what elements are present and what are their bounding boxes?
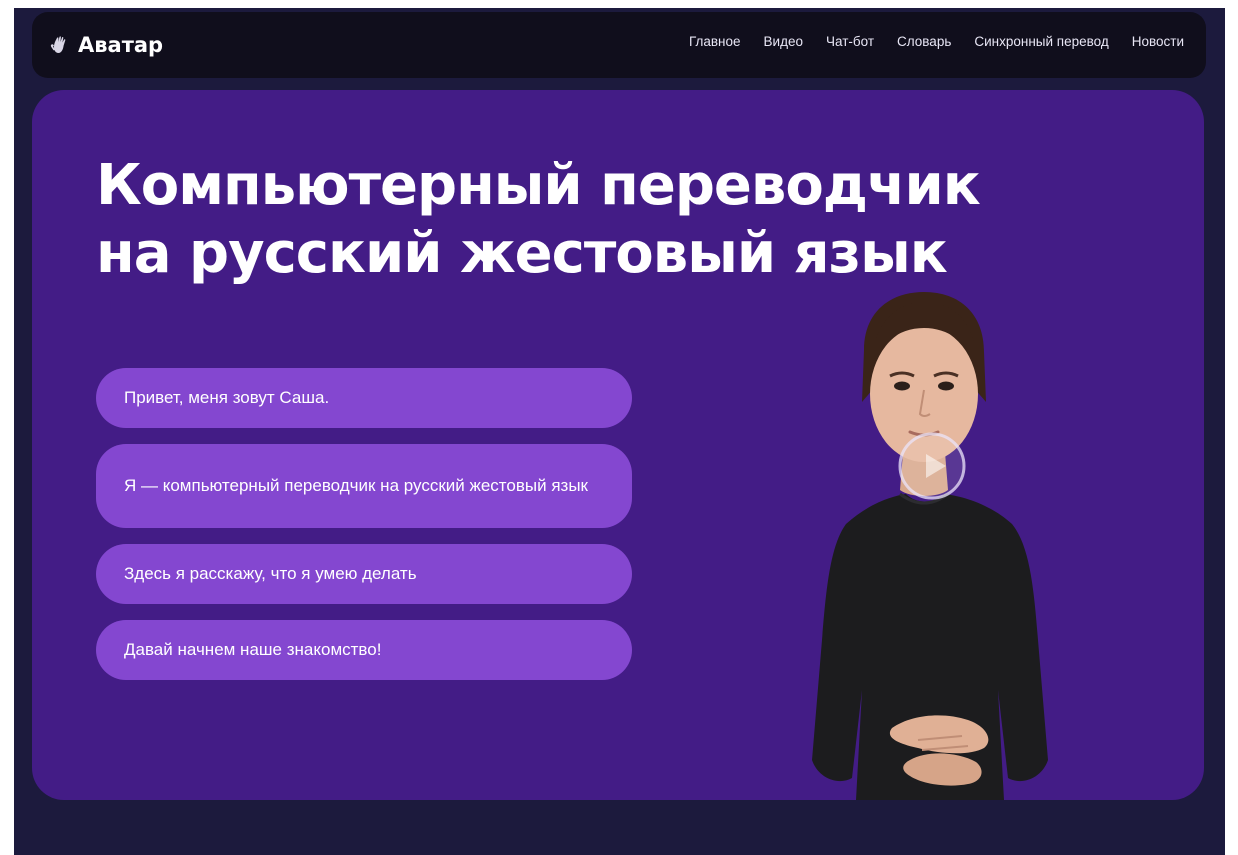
hand-logo-icon xyxy=(50,36,66,53)
hero-title: Компьютерный переводчик на русский жесто… xyxy=(96,152,981,288)
hero-title-line-1: Компьютерный переводчик xyxy=(96,153,981,218)
message-text: Привет, меня зовут Саша. xyxy=(124,388,330,407)
message-bubble-2: Я — компьютерный переводчик на русский ж… xyxy=(96,444,632,528)
nav-link-video[interactable]: Видео xyxy=(764,34,803,49)
message-bubble-3: Здесь я расскажу, что я умею делать xyxy=(96,544,632,604)
message-text: Я — компьютерный переводчик на русский ж… xyxy=(124,476,588,495)
brand-logo[interactable]: Аватар xyxy=(50,30,163,60)
hero-section: Компьютерный переводчик на русский жесто… xyxy=(32,90,1204,800)
play-icon[interactable] xyxy=(898,432,966,500)
nav-link-dictionary[interactable]: Словарь xyxy=(897,34,951,49)
nav-link-sync-translation[interactable]: Синхронный перевод xyxy=(974,34,1108,49)
brand-name: Аватар xyxy=(78,33,164,57)
nav-link-news[interactable]: Новости xyxy=(1132,34,1184,49)
message-text: Давай начнем наше знакомство! xyxy=(124,640,382,659)
main-nav: Главное Видео Чат-бот Словарь Синхронный… xyxy=(666,34,1206,49)
hero-title-line-2: на русский жестовый язык xyxy=(96,221,948,286)
message-bubble-1: Привет, меня зовут Саша. xyxy=(96,368,632,428)
page: Аватар Главное Видео Чат-бот Словарь Син… xyxy=(14,8,1225,855)
top-navbar: Аватар Главное Видео Чат-бот Словарь Син… xyxy=(32,12,1206,78)
message-bubble-4: Давай начнем наше знакомство! xyxy=(96,620,632,680)
message-text: Здесь я расскажу, что я умею делать xyxy=(124,564,417,583)
nav-link-main[interactable]: Главное xyxy=(689,34,741,49)
nav-link-chatbot[interactable]: Чат-бот xyxy=(826,34,874,49)
avatar-video[interactable] xyxy=(772,290,1112,800)
